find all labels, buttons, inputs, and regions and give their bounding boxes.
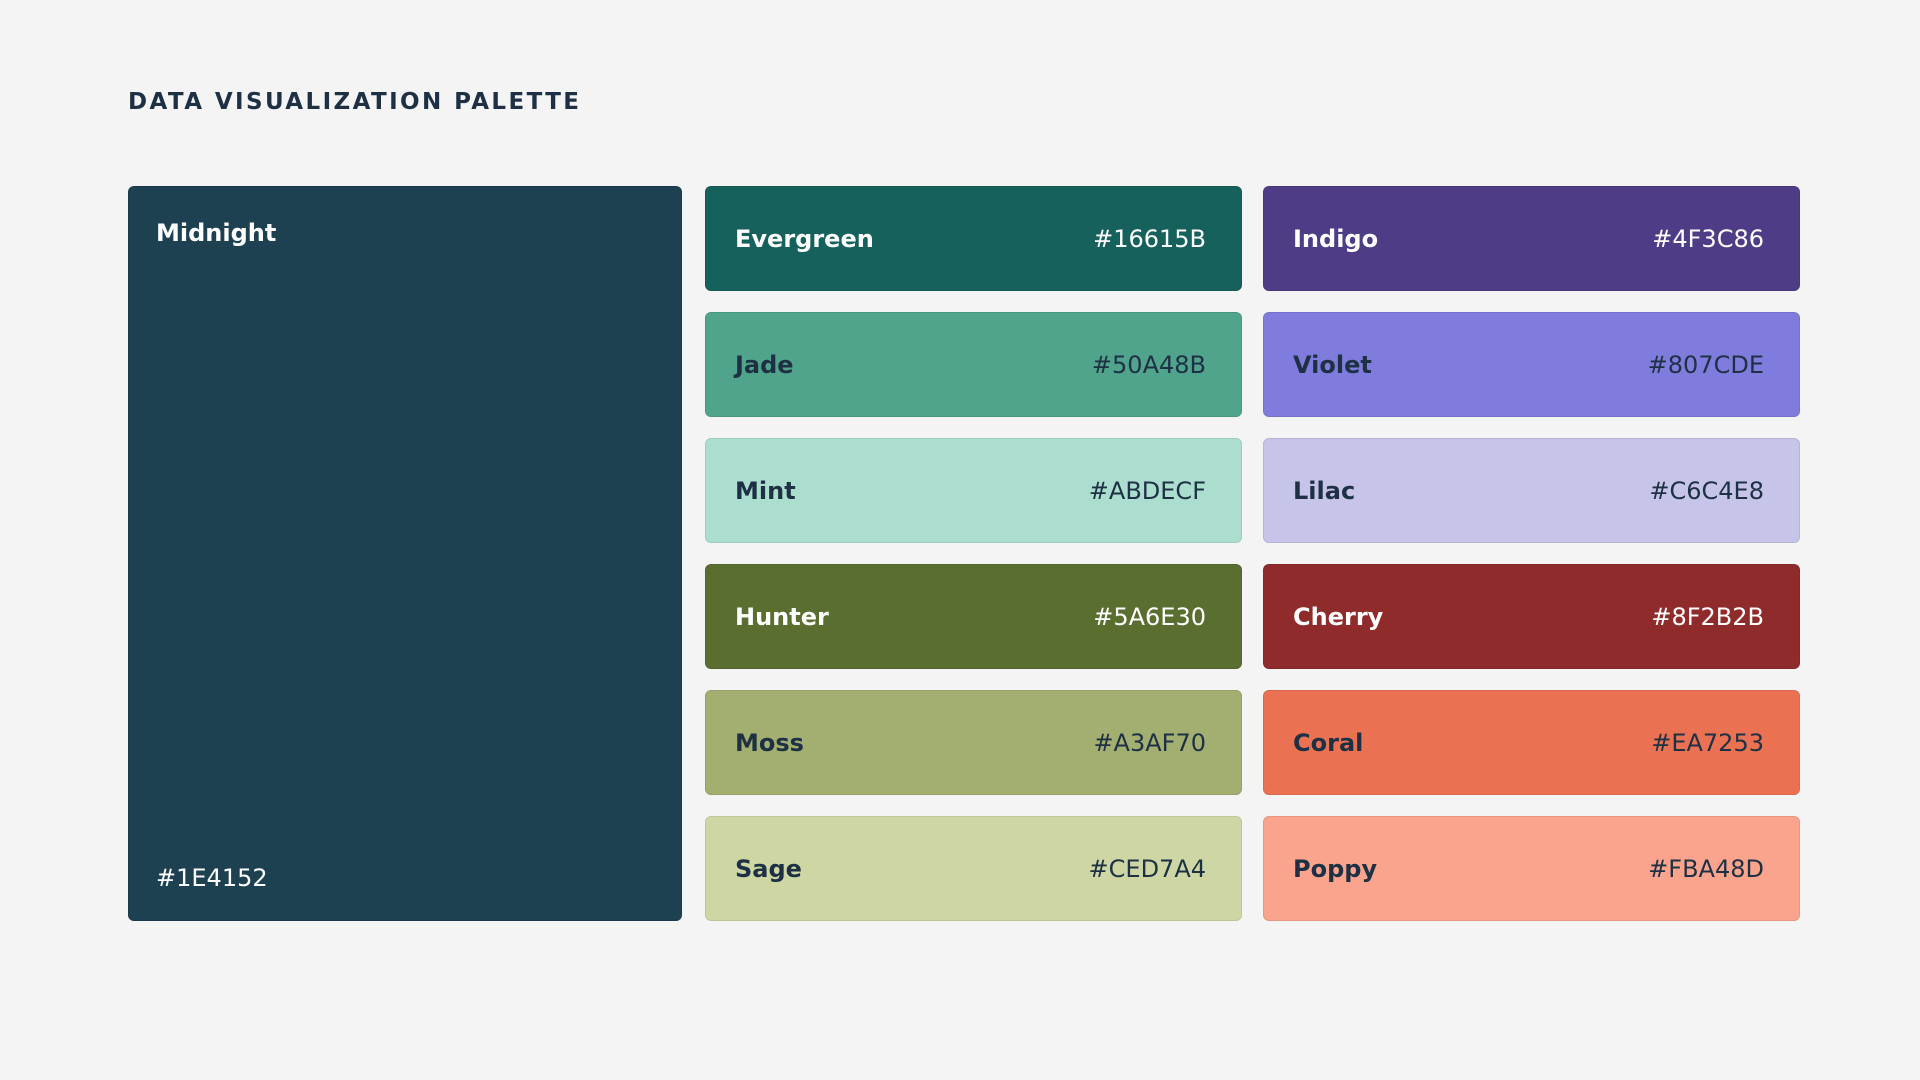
swatch-sage[interactable]: Sage #CED7A4	[705, 816, 1242, 921]
swatch-hex: #8F2B2B	[1651, 602, 1764, 631]
swatch-hex: #EA7253	[1651, 728, 1764, 757]
swatch-lilac[interactable]: Lilac #C6C4E8	[1263, 438, 1800, 543]
swatch-name: Sage	[735, 854, 802, 883]
swatch-indigo[interactable]: Indigo #4F3C86	[1263, 186, 1800, 291]
swatch-hex: #C6C4E8	[1649, 476, 1764, 505]
swatch-hunter[interactable]: Hunter #5A6E30	[705, 564, 1242, 669]
swatch-hex: #1E4152	[156, 864, 268, 892]
swatch-name: Mint	[735, 476, 796, 505]
swatch-midnight[interactable]: Midnight #1E4152	[128, 186, 682, 921]
swatch-violet[interactable]: Violet #807CDE	[1263, 312, 1800, 417]
swatch-name: Moss	[735, 728, 804, 757]
swatch-coral[interactable]: Coral #EA7253	[1263, 690, 1800, 795]
swatch-hex: #4F3C86	[1652, 224, 1764, 253]
swatch-hex: #FBA48D	[1648, 854, 1764, 883]
swatch-hex: #5A6E30	[1093, 602, 1206, 631]
swatch-moss[interactable]: Moss #A3AF70	[705, 690, 1242, 795]
swatch-name: Violet	[1293, 350, 1372, 379]
swatch-mint[interactable]: Mint #ABDECF	[705, 438, 1242, 543]
swatch-poppy[interactable]: Poppy #FBA48D	[1263, 816, 1800, 921]
swatch-hex: #50A48B	[1091, 350, 1206, 379]
swatch-evergreen[interactable]: Evergreen #16615B	[705, 186, 1242, 291]
swatch-name: Hunter	[735, 602, 829, 631]
swatch-name: Cherry	[1293, 602, 1384, 631]
swatch-hex: #ABDECF	[1088, 476, 1206, 505]
swatch-hex: #CED7A4	[1088, 854, 1206, 883]
swatch-name: Indigo	[1293, 224, 1379, 253]
swatch-hex: #A3AF70	[1093, 728, 1206, 757]
page-title: DATA VISUALIZATION PALETTE	[128, 89, 582, 115]
swatch-jade[interactable]: Jade #50A48B	[705, 312, 1242, 417]
swatch-name: Midnight	[156, 219, 277, 247]
swatch-name: Jade	[735, 350, 794, 379]
swatch-hex: #807CDE	[1647, 350, 1764, 379]
swatch-name: Poppy	[1293, 854, 1378, 883]
swatch-name: Lilac	[1293, 476, 1356, 505]
swatch-hex: #16615B	[1093, 224, 1206, 253]
swatch-name: Coral	[1293, 728, 1364, 757]
swatch-name: Evergreen	[735, 224, 874, 253]
palette-grid: Midnight #1E4152 Evergreen #16615B Jade …	[128, 186, 1800, 921]
swatch-cherry[interactable]: Cherry #8F2B2B	[1263, 564, 1800, 669]
